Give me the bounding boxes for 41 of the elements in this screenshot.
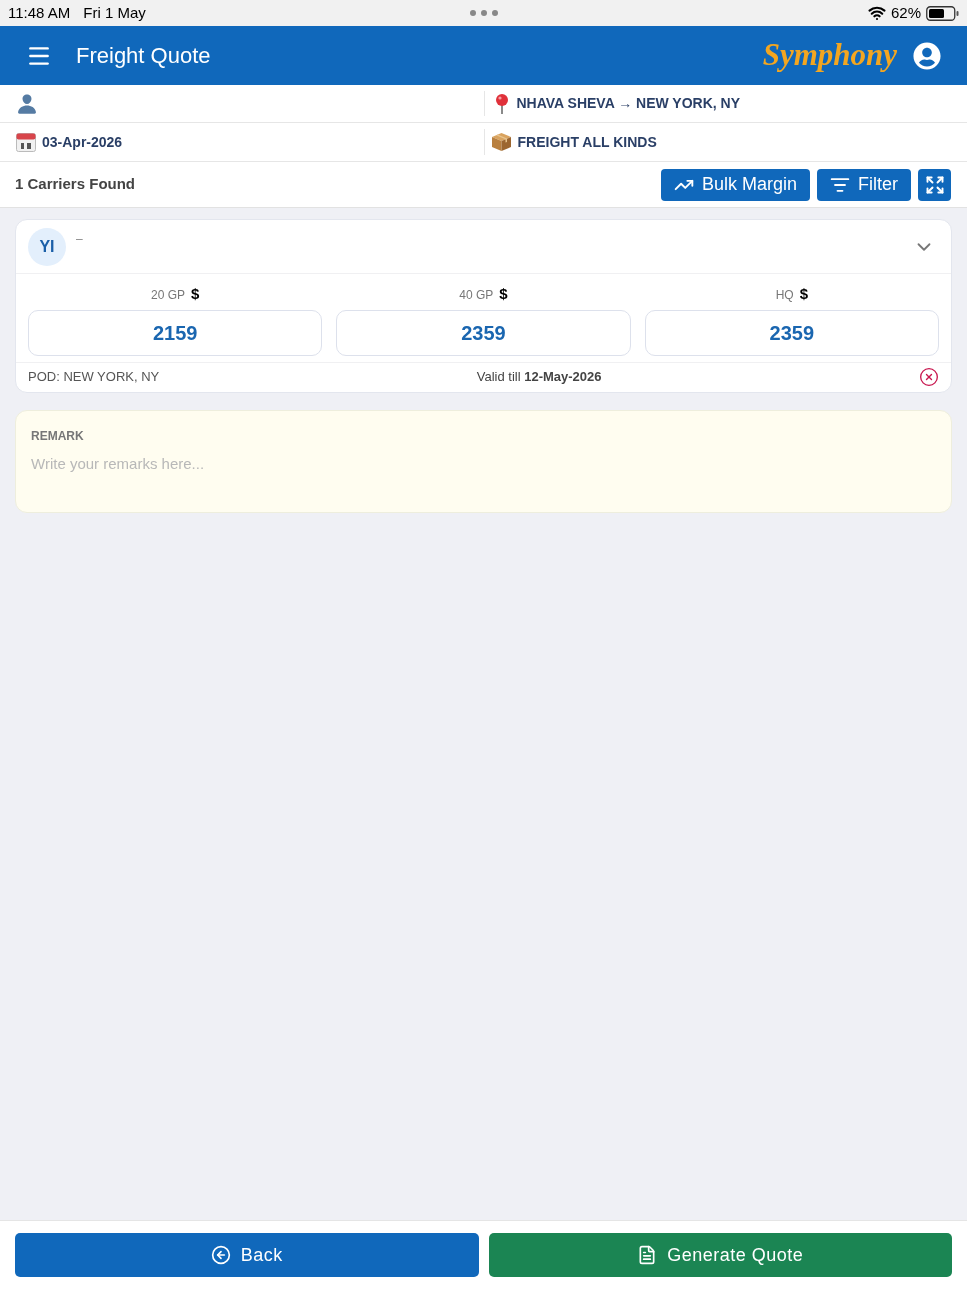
carrier-initials-avatar: YI (28, 227, 66, 266)
valid-till-text: Valid till 12-May-2026 (476, 368, 602, 387)
back-button[interactable]: Back (15, 1233, 479, 1277)
currency-symbol: $ (499, 284, 508, 304)
expand-icon (924, 174, 945, 195)
carriers-count: 1 Carriers Found (15, 174, 136, 195)
rate-value-box: 2359 (336, 309, 631, 356)
user-avatar-icon[interactable] (913, 41, 941, 70)
remark-field[interactable]: Write your remarks here... (31, 452, 936, 502)
filter-button[interactable]: Filter (817, 168, 911, 201)
bulk-margin-button[interactable]: Bulk Margin (660, 168, 810, 201)
pin-icon (494, 93, 509, 114)
package-icon (490, 132, 512, 152)
container-type-label: 20 GP (150, 287, 185, 304)
commodity-text: FREIGHT ALL KINDS (517, 132, 657, 152)
pod-text: POD: NEW YORK, NY (28, 368, 160, 387)
generate-quote-button[interactable]: Generate Quote (488, 1233, 952, 1277)
remark-box[interactable]: REMARK Write your remarks here... (15, 409, 952, 513)
document-icon (637, 1245, 658, 1265)
date-text: 03-Apr-2026 (42, 132, 123, 152)
remark-label: REMARK (31, 427, 85, 445)
rate-value-box: 2359 (644, 309, 939, 356)
container-type-label: HQ (775, 287, 794, 304)
status-time: 11:48 AM (8, 2, 71, 23)
carrier-name: – (76, 231, 83, 248)
close-circle-icon[interactable] (919, 367, 939, 387)
page-title: Freight Quote (76, 42, 211, 70)
brand-logo: Symphony (762, 36, 897, 75)
expand-button[interactable] (918, 168, 951, 201)
currency-symbol: $ (799, 284, 808, 304)
route-text: NHAVA SHEVA → NEW YORK, NY (516, 94, 740, 113)
person-icon (16, 92, 38, 115)
wifi-icon (867, 4, 886, 22)
status-date: Fri 1 May (83, 2, 146, 23)
rate-value-box: 2159 (28, 309, 323, 356)
currency-symbol: $ (191, 284, 200, 304)
container-type-label: 40 GP (459, 287, 494, 304)
more-dots-icon (469, 10, 498, 16)
battery-icon (926, 5, 959, 21)
battery-percent: 62% (890, 2, 921, 23)
calendar-icon (16, 132, 36, 152)
